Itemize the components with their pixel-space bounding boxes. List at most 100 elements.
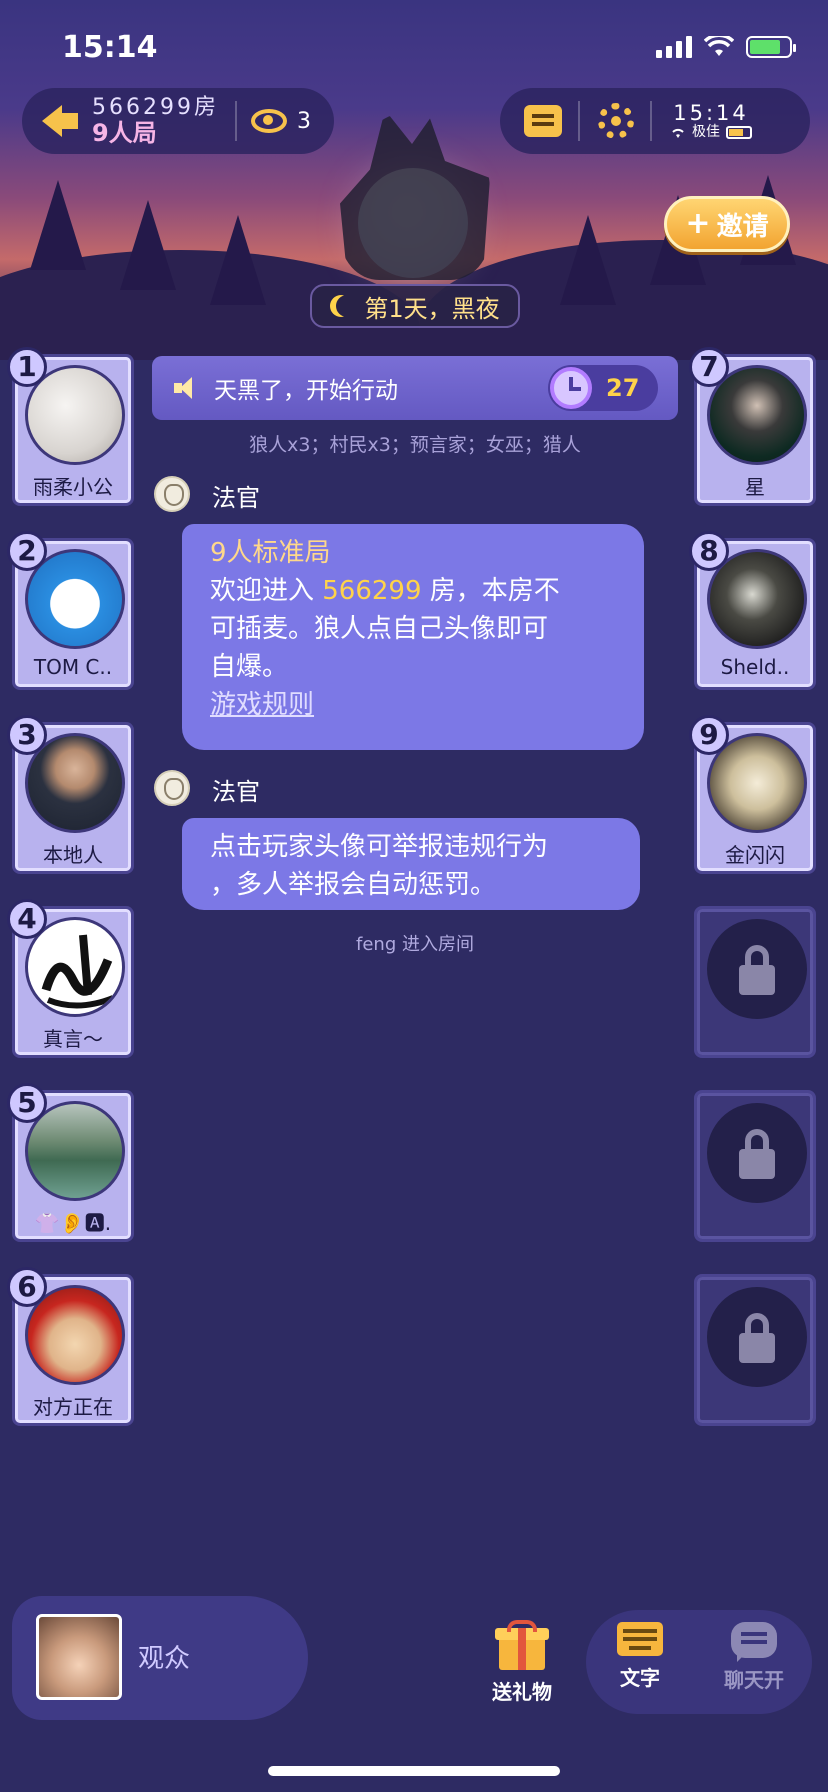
message-sender: 法官 [212, 484, 260, 512]
message-sender: 法官 [212, 778, 260, 806]
locked-seat[interactable] [694, 1274, 816, 1426]
day-phase-text: 第1天，黑夜 [364, 294, 500, 323]
lock-icon [707, 1287, 807, 1387]
speaker-icon [174, 377, 198, 399]
seat-number: 4 [7, 899, 47, 939]
cellular-signal-icon [656, 36, 692, 58]
player-seat-1[interactable]: 雨柔小公 1 [7, 347, 134, 506]
player-seat-3[interactable]: 本地人 3 [7, 715, 134, 874]
player-name: 雨柔小公 [33, 475, 113, 499]
message-line: 欢迎进入 566299 房，本房不 [210, 576, 560, 606]
seat-number: 1 [7, 347, 47, 387]
room-type: 9人局 [92, 118, 157, 147]
player-seat-4[interactable]: 真言～ 4 [7, 899, 134, 1058]
audience-label: 观众 [138, 1644, 191, 1674]
countdown-value: 27 [606, 374, 640, 402]
seat-number: 3 [7, 715, 47, 755]
gift-label: 送礼物 [492, 1680, 552, 1704]
back-arrow-icon[interactable] [42, 103, 80, 139]
day-phase-label: 第1天，黑夜 [310, 284, 520, 328]
viewer-count[interactable]: 3 [297, 109, 311, 134]
message-line: 可插麦。狼人点自己头像即可 [210, 614, 549, 644]
lock-icon [707, 1103, 807, 1203]
countdown-timer: 27 [548, 365, 658, 411]
audience-panel[interactable]: 观众 [12, 1596, 308, 1720]
player-seat-2[interactable]: TOM C.. 2 [7, 531, 134, 690]
seat-number: 5 [7, 1083, 47, 1123]
eye-icon[interactable] [250, 109, 287, 133]
audience-avatar[interactable] [36, 1614, 122, 1700]
room-number: 566299房 [92, 94, 219, 120]
judge-avatar[interactable] [154, 476, 190, 512]
status-time: 15:14 [62, 30, 158, 65]
plus-icon: + [685, 206, 711, 241]
player-seat-9[interactable]: 金闪闪 9 [689, 715, 816, 874]
wifi-icon [704, 36, 734, 56]
message-line: 自爆。 [210, 652, 289, 682]
announcement-bar: 天黑了，开始行动 27 [152, 356, 678, 420]
message-line: 点击玩家头像可举报违规行为 [210, 832, 549, 862]
battery-small-icon [726, 126, 752, 140]
player-name: 星 [745, 475, 765, 499]
player-name: 本地人 [43, 843, 103, 867]
player-seat-5[interactable]: 👚👂🅰. 5 [7, 1083, 134, 1242]
network-label: 极佳 [692, 123, 720, 140]
home-indicator[interactable] [268, 1766, 560, 1776]
chat-bubble-icon [731, 1622, 777, 1662]
role-list: 狼人x3；村民x3；预言家；女巫；猎人 [249, 434, 581, 456]
divider [578, 101, 580, 141]
keyboard-icon [617, 1622, 663, 1656]
room-number-highlight: 566299 [322, 576, 422, 606]
invite-button[interactable]: + 邀请 [664, 196, 790, 252]
locked-seat[interactable] [694, 1090, 816, 1242]
player-name: TOM C.. [33, 655, 113, 679]
network-status: 15:14 极佳 [670, 101, 752, 140]
invite-label: 邀请 [716, 211, 769, 242]
locked-seat[interactable] [694, 906, 816, 1058]
gift-icon [495, 1620, 549, 1670]
chat-bubble: 点击玩家头像可举报违规行为 ，多人举报会自动惩罚。 [182, 818, 640, 910]
player-name: 👚👂🅰. [34, 1211, 112, 1235]
message-icon[interactable] [524, 105, 562, 137]
chat-toggle-button[interactable]: 聊天开 [714, 1622, 794, 1693]
werewolf-silhouette [340, 110, 490, 280]
crescent-moon-icon [336, 295, 358, 317]
seat-number: 6 [7, 1267, 47, 1307]
divider [234, 101, 237, 141]
pine-tree [560, 215, 616, 305]
pine-tree [30, 180, 86, 270]
seat-number: 2 [7, 531, 47, 571]
judge-avatar[interactable] [154, 770, 190, 806]
judge-face-icon [164, 484, 184, 506]
battery-icon [746, 36, 796, 58]
message-line: ，多人举报会自动惩罚。 [210, 870, 497, 900]
send-gift-button[interactable]: 送礼物 [482, 1620, 562, 1705]
text-label: 文字 [620, 1666, 660, 1690]
player-seat-6[interactable]: 对方正在 6 [7, 1267, 134, 1426]
calligraphy-avatar-art [41, 934, 115, 1009]
chat-toggle-label: 聊天开 [724, 1668, 784, 1692]
lock-icon [707, 919, 807, 1019]
player-name: Sheld.. [720, 655, 790, 679]
seat-number: 9 [689, 715, 729, 755]
player-name: 金闪闪 [725, 843, 785, 867]
system-notice: feng 进入房间 [356, 934, 474, 955]
player-seat-8[interactable]: Sheld.. 8 [689, 531, 816, 690]
announcement-text: 天黑了，开始行动 [214, 378, 398, 404]
player-name: 对方正在 [33, 1395, 113, 1419]
room-info-pill: 566299房 9人局 3 [22, 88, 334, 154]
tools-pill: 15:14 极佳 [500, 88, 810, 154]
pine-tree [120, 200, 176, 290]
room-info: 566299房 9人局 [92, 95, 219, 148]
gear-icon[interactable] [598, 103, 634, 139]
seat-number: 7 [689, 347, 729, 387]
status-icons [656, 36, 796, 58]
player-name: 真言～ [43, 1027, 103, 1051]
text-input-button[interactable]: 文字 [600, 1622, 680, 1691]
player-seat-7[interactable]: 星 7 [689, 347, 816, 506]
divider [650, 101, 652, 141]
network-quality: 极佳 [670, 123, 752, 140]
message-title: 9人标准局 [210, 538, 331, 568]
clock-icon [550, 367, 592, 409]
game-rules-link[interactable]: 游戏规则 [210, 686, 616, 724]
